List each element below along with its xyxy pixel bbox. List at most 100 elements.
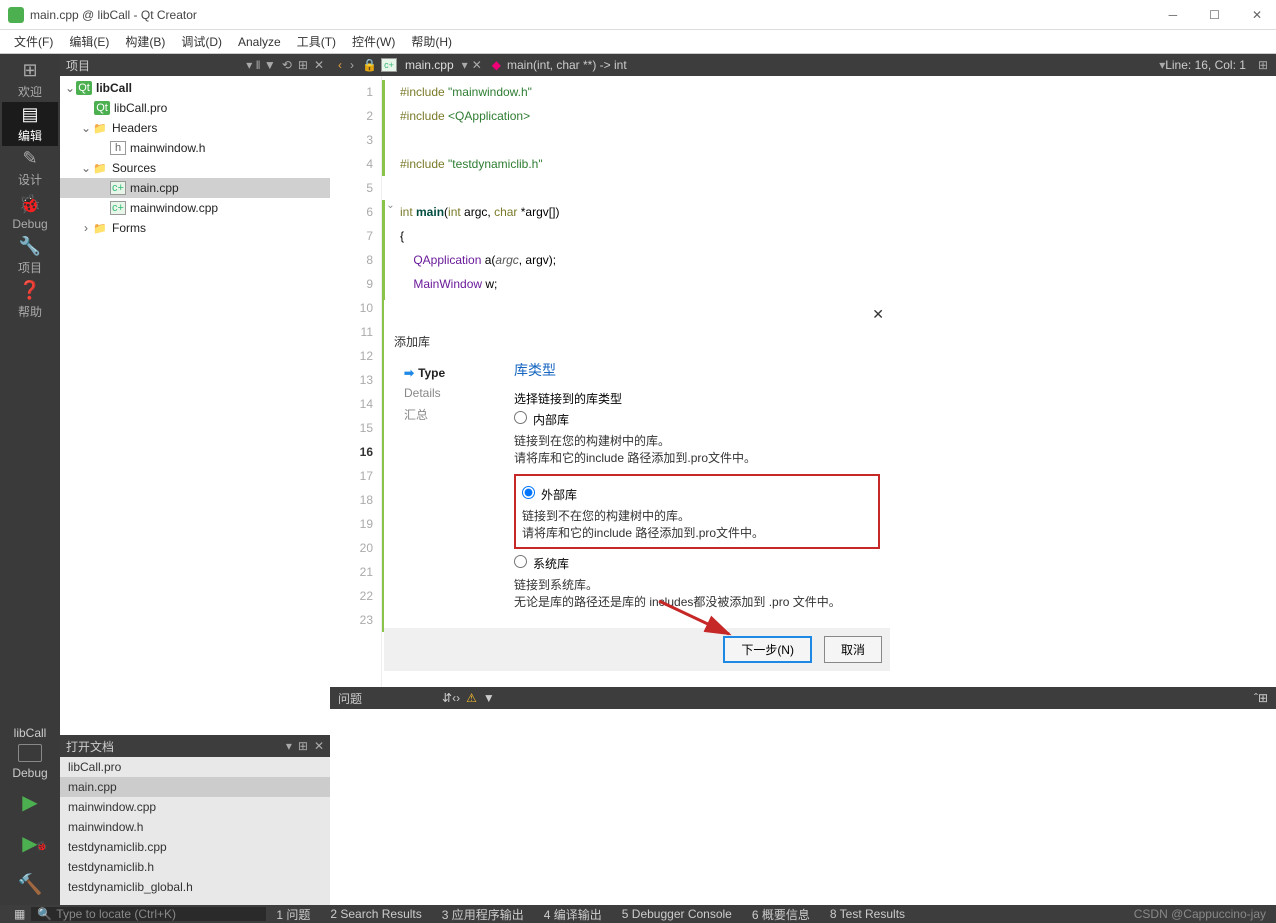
nav-fwd-icon[interactable]: › bbox=[350, 58, 354, 72]
editor-tab-name[interactable]: main.cpp bbox=[405, 58, 454, 72]
kit-selector[interactable]: libCall Debug bbox=[4, 724, 56, 782]
open-docs-title: 打开文档 bbox=[66, 738, 114, 755]
status-issues[interactable]: 1 问题 bbox=[266, 906, 320, 923]
dialog-subtitle: 选择链接到的库类型 bbox=[514, 390, 880, 407]
dialog-heading: 库类型 bbox=[514, 360, 880, 380]
add-library-dialog: ✕ 添加库 ➡Type Details 汇总 库类型 选择链接到的库类型 内部库… bbox=[384, 300, 890, 671]
tree-pro-file[interactable]: QtlibCall.pro bbox=[60, 98, 330, 118]
menu-analyze[interactable]: Analyze bbox=[230, 33, 289, 51]
lock-icon[interactable]: 🔒 bbox=[362, 58, 377, 72]
status-compile[interactable]: 4 编译输出 bbox=[534, 906, 612, 923]
nav-back-icon[interactable]: ‹ bbox=[338, 58, 342, 72]
desc-internal: 链接到在您的构建树中的库。请将库和它的include 路径添加到.pro文件中。 bbox=[514, 432, 880, 466]
toggle-sidebar-icon[interactable]: ▦ bbox=[14, 907, 25, 921]
dialog-close-icon[interactable]: ✕ bbox=[872, 306, 884, 323]
symbol-crumb[interactable]: main(int, char **) -> int bbox=[507, 58, 627, 72]
tree-forms[interactable]: ›📁Forms bbox=[60, 218, 330, 238]
mode-welcome[interactable]: ⊞欢迎 bbox=[2, 58, 58, 102]
filter-icon[interactable]: ▾ ‖ ▼ bbox=[246, 58, 276, 72]
issues-title: 问题 bbox=[338, 690, 362, 707]
watermark: CSDN @Cappuccino-jay bbox=[1134, 907, 1276, 921]
file-type-icon: c+ bbox=[381, 58, 397, 72]
tree-header-file[interactable]: hmainwindow.h bbox=[60, 138, 330, 158]
step-details: Details bbox=[404, 386, 514, 400]
status-debugger[interactable]: 5 Debugger Console bbox=[612, 907, 742, 921]
menu-debug[interactable]: 调试(D) bbox=[173, 31, 230, 52]
link-icon[interactable]: ⟲ bbox=[282, 58, 292, 72]
search-icon: 🔍 bbox=[37, 907, 52, 921]
build-button[interactable]: 🔨 bbox=[18, 872, 43, 897]
option-external[interactable]: 外部库 bbox=[522, 486, 872, 503]
project-tree[interactable]: ⌄QtlibCall QtlibCall.pro ⌄📁Headers hmain… bbox=[60, 76, 330, 735]
tree-source-main[interactable]: c+main.cpp bbox=[60, 178, 330, 198]
open-doc-item[interactable]: mainwindow.h bbox=[60, 817, 330, 837]
mode-project[interactable]: 🔧项目 bbox=[2, 234, 58, 278]
menu-help[interactable]: 帮助(H) bbox=[403, 31, 460, 52]
close-button[interactable]: ✕ bbox=[1246, 8, 1268, 22]
menu-file[interactable]: 文件(F) bbox=[6, 31, 61, 52]
issues-next-icon[interactable]: › bbox=[456, 691, 460, 705]
open-doc-item[interactable]: libCall.pro bbox=[60, 757, 330, 777]
mode-debug[interactable]: 🐞Debug bbox=[2, 190, 58, 234]
editor-toolbar: ‹ › 🔒 c+ main.cpp ▾ ✕ ◆ main(int, char *… bbox=[330, 54, 1276, 76]
editor-split-icon[interactable]: ⊞ bbox=[1258, 58, 1268, 72]
maximize-button[interactable]: ☐ bbox=[1203, 8, 1226, 22]
tab-dropdown-icon[interactable]: ▾ bbox=[462, 58, 468, 72]
issues-filter-icon[interactable]: ▼ bbox=[483, 691, 495, 705]
issues-bar: 问题 ⇵ ‹ › ⚠ ▼ ˆ ⊞ bbox=[330, 687, 1276, 709]
run-button[interactable]: ▶ bbox=[22, 790, 37, 815]
opendocs-split-icon[interactable]: ⊞ bbox=[298, 739, 308, 753]
cancel-button[interactable]: 取消 bbox=[824, 636, 882, 663]
panel-close-icon[interactable]: ✕ bbox=[314, 58, 324, 72]
radio-system[interactable] bbox=[514, 555, 527, 568]
locator-input[interactable]: 🔍 Type to locate (Ctrl+K) bbox=[31, 907, 266, 921]
tree-headers[interactable]: ⌄📁Headers bbox=[60, 118, 330, 138]
mode-edit[interactable]: ▤编辑 bbox=[2, 102, 58, 146]
tree-source-mainwindow[interactable]: c+mainwindow.cpp bbox=[60, 198, 330, 218]
line-gutter: 1234567891011121314151617181920212223 bbox=[330, 76, 382, 687]
status-appout[interactable]: 3 应用程序输出 bbox=[432, 906, 534, 923]
desc-system: 链接到系统库。无论是库的路径还是库的 includes都没被添加到 .pro 文… bbox=[514, 576, 880, 610]
radio-external[interactable] bbox=[522, 486, 535, 499]
cursor-position: Line: 16, Col: 1 bbox=[1165, 58, 1246, 72]
opendocs-dropdown-icon[interactable]: ▾ bbox=[286, 739, 292, 753]
open-doc-item[interactable]: testdynamiclib.h bbox=[60, 857, 330, 877]
issues-split-icon[interactable]: ⊞ bbox=[1258, 691, 1268, 705]
option-system[interactable]: 系统库 bbox=[514, 555, 880, 572]
split-icon[interactable]: ⊞ bbox=[298, 58, 308, 72]
issues-tree-icon[interactable]: ⇵ bbox=[442, 691, 452, 705]
warning-icon[interactable]: ⚠ bbox=[466, 691, 477, 705]
open-docs-list: libCall.pro main.cpp mainwindow.cpp main… bbox=[60, 757, 330, 905]
minimize-button[interactable]: ─ bbox=[1163, 8, 1184, 22]
run-debug-button[interactable]: ▶🐞 bbox=[22, 831, 37, 856]
mode-help[interactable]: ❓帮助 bbox=[2, 278, 58, 322]
status-search[interactable]: 2 Search Results bbox=[320, 907, 431, 921]
next-button[interactable]: 下一步(N) bbox=[723, 636, 812, 663]
tree-sources[interactable]: ⌄📁Sources bbox=[60, 158, 330, 178]
issues-pane bbox=[330, 709, 1276, 905]
open-docs-header: 打开文档 ▾ ⊞ ✕ bbox=[60, 735, 330, 757]
step-type: ➡Type bbox=[404, 366, 514, 380]
open-doc-item[interactable]: testdynamiclib_global.h bbox=[60, 877, 330, 897]
opendocs-close-icon[interactable]: ✕ bbox=[314, 739, 324, 753]
highlighted-option-box: 外部库 链接到不在您的构建树中的库。请将库和它的include 路径添加到.pr… bbox=[514, 474, 880, 549]
mode-design[interactable]: ✎设计 bbox=[2, 146, 58, 190]
menu-widgets[interactable]: 控件(W) bbox=[344, 31, 403, 52]
menu-edit[interactable]: 编辑(E) bbox=[61, 31, 117, 52]
menu-tools[interactable]: 工具(T) bbox=[289, 31, 344, 52]
modified-icon: ◆ bbox=[492, 58, 501, 72]
tree-root[interactable]: ⌄QtlibCall bbox=[60, 78, 330, 98]
status-test[interactable]: 8 Test Results bbox=[820, 907, 915, 921]
tab-close-icon[interactable]: ✕ bbox=[472, 58, 482, 72]
step-summary: 汇总 bbox=[404, 406, 514, 423]
window-title: main.cpp @ libCall - Qt Creator bbox=[30, 8, 1163, 22]
menu-build[interactable]: 构建(B) bbox=[117, 31, 173, 52]
monitor-icon bbox=[18, 744, 42, 762]
status-general[interactable]: 6 概要信息 bbox=[742, 906, 820, 923]
option-internal[interactable]: 内部库 bbox=[514, 411, 880, 428]
open-doc-item[interactable]: testdynamiclib.cpp bbox=[60, 837, 330, 857]
radio-internal[interactable] bbox=[514, 411, 527, 424]
status-bar: ▦ 🔍 Type to locate (Ctrl+K) 1 问题 2 Searc… bbox=[0, 905, 1276, 923]
open-doc-item[interactable]: mainwindow.cpp bbox=[60, 797, 330, 817]
open-doc-item[interactable]: main.cpp bbox=[60, 777, 330, 797]
